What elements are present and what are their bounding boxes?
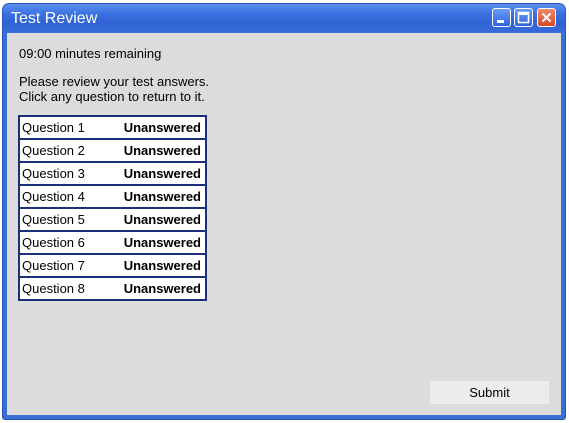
question-row-5[interactable]: Question 5 Unanswered	[20, 209, 205, 232]
question-row-6[interactable]: Question 6 Unanswered	[20, 232, 205, 255]
maximize-button[interactable]	[514, 8, 533, 27]
window-title: Test Review	[11, 10, 98, 27]
submit-button[interactable]: Submit	[430, 381, 549, 404]
question-status: Unanswered	[123, 143, 201, 158]
question-status: Unanswered	[123, 281, 201, 296]
question-status: Unanswered	[123, 166, 201, 181]
question-row-3[interactable]: Question 3 Unanswered	[20, 163, 205, 186]
close-icon	[541, 12, 552, 23]
question-label: Question 8	[22, 281, 85, 296]
question-status: Unanswered	[123, 258, 201, 273]
maximize-icon	[517, 11, 530, 24]
window: Test Review 09:00 minutes remaining Plea…	[2, 3, 566, 420]
question-status: Unanswered	[123, 235, 201, 250]
question-status: Unanswered	[123, 120, 201, 135]
question-row-7[interactable]: Question 7 Unanswered	[20, 255, 205, 278]
minimize-icon	[497, 20, 504, 23]
close-button[interactable]	[537, 8, 556, 27]
title-bar[interactable]: Test Review	[3, 4, 565, 33]
question-row-8[interactable]: Question 8 Unanswered	[20, 278, 205, 299]
question-row-2[interactable]: Question 2 Unanswered	[20, 140, 205, 163]
question-label: Question 5	[22, 212, 85, 227]
question-status: Unanswered	[123, 189, 201, 204]
review-panel: 09:00 minutes remaining Please review yo…	[7, 33, 561, 415]
instructions: Please review your test answers. Click a…	[19, 74, 209, 104]
time-remaining: 09:00 minutes remaining	[19, 46, 162, 61]
instruction-line-1: Please review your test answers.	[19, 74, 210, 89]
question-label: Question 7	[22, 258, 85, 273]
question-row-1[interactable]: Question 1 Unanswered	[20, 117, 205, 140]
question-status: Unanswered	[123, 212, 201, 227]
question-label: Question 6	[22, 235, 85, 250]
question-list: Question 1 Unanswered Question 2 Unanswere…	[18, 115, 207, 301]
question-label: Question 4	[22, 189, 85, 204]
question-label: Question 1	[22, 120, 85, 135]
instruction-line-2: Click any question to return to it.	[19, 89, 205, 104]
minimize-button[interactable]	[492, 8, 511, 27]
question-label: Question 2	[22, 143, 85, 158]
question-label: Question 3	[22, 166, 85, 181]
question-row-4[interactable]: Question 4 Unanswered	[20, 186, 205, 209]
